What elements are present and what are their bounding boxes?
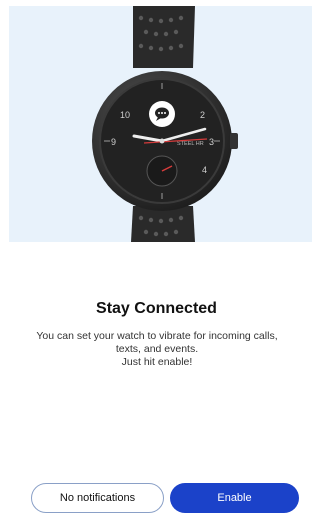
- dial-number-3: 3: [209, 137, 214, 147]
- enable-button[interactable]: Enable: [170, 483, 299, 513]
- description-line-2: texts, and events.: [115, 343, 199, 355]
- page-title: Stay Connected: [96, 300, 217, 317]
- description: You can set your watch to vibrate for in…: [12, 330, 302, 369]
- watch-center-pin: [159, 138, 165, 144]
- description-line-1: You can set your watch to vibrate for in…: [36, 330, 278, 342]
- dial-number-2: 2: [200, 110, 205, 120]
- dial-number-9: 9: [111, 137, 116, 147]
- description-line-3: Just hit enable!: [121, 356, 193, 368]
- watch-strap-top: [133, 6, 195, 68]
- hero-illustration: 10 9 2 3 4 STEEL HR: [9, 6, 312, 242]
- no-notifications-button[interactable]: No notifications: [31, 483, 164, 513]
- dial-number-4: 4: [202, 165, 207, 175]
- watch-illustration: 10 9 2 3 4 STEEL HR: [92, 6, 238, 242]
- watch-brand-text: STEEL HR: [177, 141, 204, 147]
- watch-strap-bottom: [131, 206, 195, 242]
- dial-number-10: 10: [120, 110, 130, 120]
- watch-crown: [230, 133, 238, 149]
